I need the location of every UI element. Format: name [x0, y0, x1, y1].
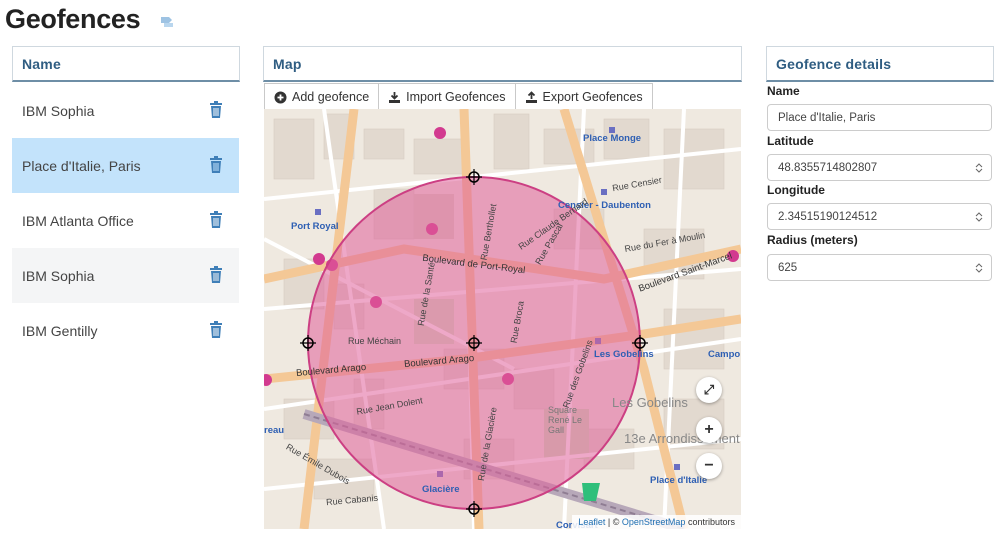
spinner-icon[interactable]: [975, 212, 983, 222]
geofence-name: IBM Atlanta Office: [22, 212, 134, 229]
map-attribution: Leaflet | © OpenStreetMap contributors: [572, 515, 741, 529]
radius-label: Radius (meters): [767, 233, 858, 247]
sync-export-icon[interactable]: [159, 14, 177, 30]
leaflet-link[interactable]: Leaflet: [578, 517, 605, 527]
fullscreen-button[interactable]: ⤢: [696, 377, 722, 403]
crosshair-handle-icon[interactable]: [300, 335, 316, 351]
names-panel-header: Name: [22, 56, 61, 72]
trash-icon[interactable]: [209, 266, 223, 284]
add-geofence-button[interactable]: Add geofence: [265, 84, 380, 110]
crosshair-handle-icon[interactable]: [466, 169, 482, 185]
latitude-label: Latitude: [767, 134, 814, 148]
geofence-list: IBM Sophia Place d'Italie, Paris IBM Atl…: [12, 83, 239, 358]
trash-icon[interactable]: [209, 101, 223, 119]
trash-icon[interactable]: [209, 211, 223, 229]
crosshair-handle-icon[interactable]: [466, 335, 482, 351]
import-icon: [389, 91, 401, 103]
list-item[interactable]: IBM Gentilly: [12, 303, 239, 358]
trash-icon[interactable]: [209, 156, 223, 174]
longitude-value: 2.34515190124512: [778, 210, 878, 223]
latitude-field[interactable]: 48.8355714802807: [767, 154, 992, 181]
geofence-name: IBM Sophia: [22, 267, 95, 284]
crosshair-handle-icon[interactable]: [632, 335, 648, 351]
import-geofences-button[interactable]: Import Geofences: [379, 84, 516, 110]
crosshair-handle-icon[interactable]: [466, 501, 482, 517]
details-panel-header: Geofence details: [776, 56, 892, 72]
geofence-name: IBM Sophia: [22, 102, 95, 119]
add-geofence-label: Add geofence: [292, 90, 370, 104]
geofence-name: IBM Gentilly: [22, 322, 98, 339]
name-label: Name: [767, 84, 800, 98]
page-title: Geofences: [5, 4, 141, 34]
osm-link[interactable]: OpenStreetMap: [622, 517, 686, 527]
spinner-icon[interactable]: [975, 163, 983, 173]
list-item[interactable]: IBM Sophia: [12, 248, 239, 303]
geofence-name: Place d'Italie, Paris: [22, 157, 141, 174]
spinner-icon[interactable]: [975, 263, 983, 273]
longitude-label: Longitude: [767, 183, 825, 197]
map-panel-header: Map: [273, 56, 302, 72]
list-item[interactable]: Place d'Italie, Paris: [12, 138, 239, 193]
map-view[interactable]: Place Monge Censier - Daubenton Port Roy…: [264, 109, 741, 529]
import-geofences-label: Import Geofences: [406, 90, 506, 104]
name-field[interactable]: Place d'Italie, Paris: [767, 104, 992, 131]
attribution-separator: | ©: [607, 517, 620, 527]
export-icon: [525, 90, 537, 103]
name-value: Place d'Italie, Paris: [778, 111, 876, 124]
export-geofences-button[interactable]: Export Geofences: [516, 84, 652, 110]
radius-field[interactable]: 625: [767, 254, 992, 281]
export-geofences-label: Export Geofences: [542, 90, 643, 104]
map-toolbar: Add geofence Import Geofences Export Geo…: [264, 83, 653, 110]
map-panel-header-box: [263, 46, 742, 82]
list-item[interactable]: IBM Atlanta Office: [12, 193, 239, 248]
radius-value: 625: [778, 261, 798, 274]
zoom-in-button[interactable]: +: [696, 417, 722, 443]
attribution-contributors: contributors: [687, 517, 735, 527]
trash-icon[interactable]: [209, 321, 223, 339]
latitude-value: 48.8355714802807: [778, 161, 878, 174]
longitude-field[interactable]: 2.34515190124512: [767, 203, 992, 230]
plus-circle-icon: [274, 91, 287, 103]
map-tiles[interactable]: [264, 109, 741, 529]
list-item[interactable]: IBM Sophia: [12, 83, 239, 138]
zoom-out-button[interactable]: −: [696, 453, 722, 479]
